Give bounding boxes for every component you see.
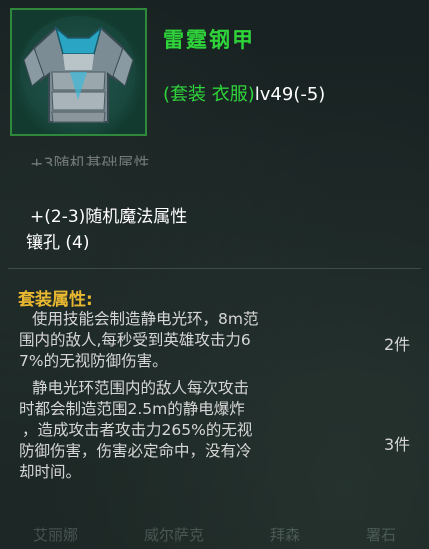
set-bonus-3-line: 防御伤害，伤害必定命中，没有冷	[19, 442, 252, 460]
set-bonus-2-line: 围内的敌人,每秒受到英雄攻击力6	[19, 331, 251, 349]
set-bonus-3-line: 时都会制造范围2.5m的静电爆炸	[19, 400, 245, 418]
faded-attribute-line: +3随机基础属性	[30, 154, 150, 166]
set-bonus-3-desc: 静电光环范围内的敌人每次攻击 时都会制造范围2.5m的静电爆炸 ，造成攻击者攻击…	[19, 378, 252, 483]
set-bonus-3-pieces: 3件	[384, 435, 411, 454]
set-bonus-3-line: 却时间。	[19, 463, 82, 481]
bottom-tab[interactable]: 艾丽娜	[33, 524, 78, 545]
socket-line: 镶孔 (4)	[26, 233, 90, 253]
item-type: (套装 衣服)	[163, 84, 255, 105]
magic-attribute-line: +(2-3)随机魔法属性	[30, 207, 188, 227]
set-bonus-2-pieces: 2件	[384, 335, 411, 354]
set-bonus-2-line: 7%的无视防御伤害。	[19, 352, 168, 370]
set-bonus-3-line: 静电光环范围内的敌人每次攻击	[32, 379, 250, 397]
divider	[8, 268, 421, 269]
bottom-tab[interactable]: 署石	[366, 524, 396, 545]
set-bonus-2-desc: 使用技能会制造静电光环，8m范 围内的敌人,每秒受到英雄攻击力6 7%的无视防御…	[19, 309, 259, 372]
armor-chestplate-icon	[10, 8, 147, 136]
bottom-tab[interactable]: 拜森	[270, 524, 300, 545]
set-bonus-3-line: ，造成攻击者攻击力265%的无视	[22, 421, 253, 439]
set-bonus-2-line: 使用技能会制造静电光环，8m范	[32, 310, 259, 328]
item-type-level: (套装 衣服)lv49(-5)	[163, 80, 325, 106]
bottom-tab[interactable]: 威尔萨克	[144, 524, 204, 545]
set-bonus-title: 套装属性:	[18, 290, 93, 310]
bottom-tabs: 艾丽娜 威尔萨克 拜森 署石	[0, 519, 429, 549]
item-level: lv49(-5)	[254, 84, 326, 105]
item-name: 雷霆钢甲	[163, 28, 255, 52]
item-tooltip-panel: 雷霆钢甲 (套装 衣服)lv49(-5) +3随机基础属性 +(2-3)随机魔法…	[0, 0, 429, 549]
